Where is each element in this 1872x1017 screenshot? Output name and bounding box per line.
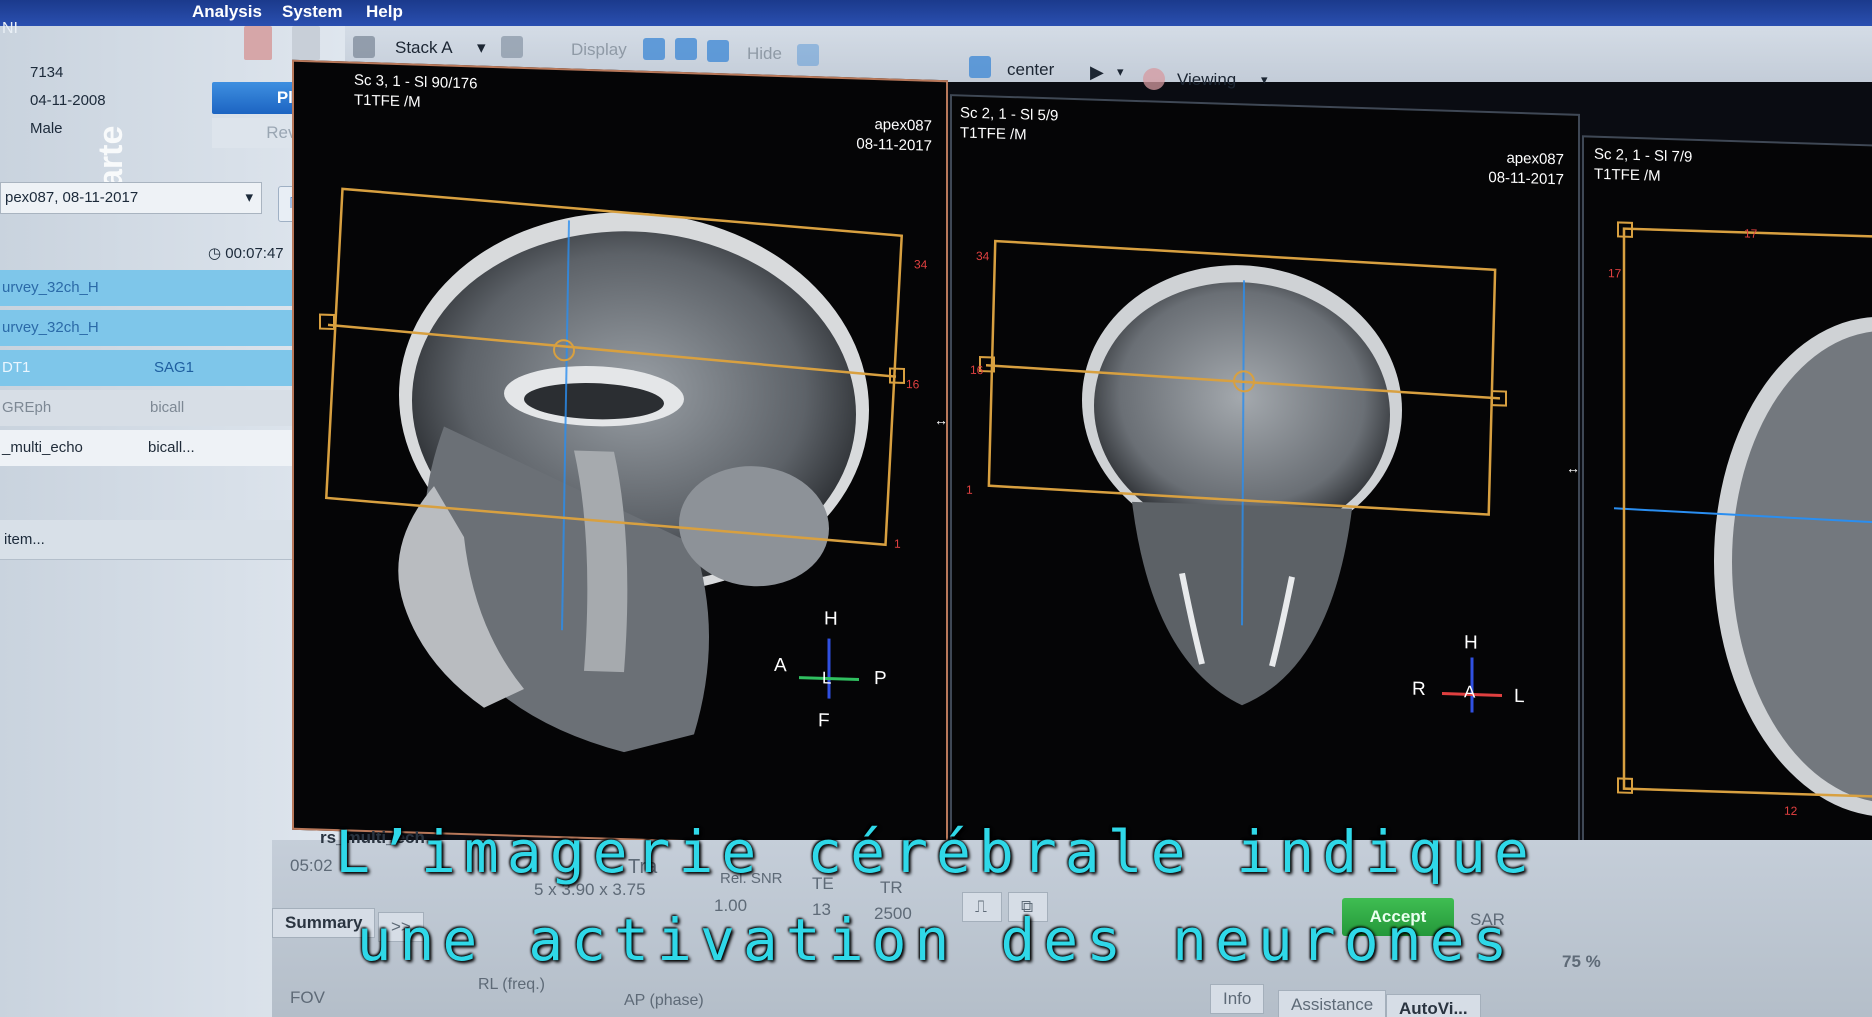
orientation-bottom: F [818,710,830,732]
scan-row[interactable]: urvey_32ch_H [0,310,306,346]
plan-mark: 1 [894,536,901,551]
viewing-icon[interactable] [1143,68,1165,90]
menu-system[interactable]: System [282,2,342,22]
arte-logo: arte [92,125,130,188]
viewing-select[interactable]: Viewing [1177,70,1236,90]
orientation-right: P [874,667,887,690]
info-tab[interactable]: Info [1210,984,1265,1014]
orientation-top: H [824,608,838,630]
subtitle-line-2: une activation des neurones [356,906,1516,974]
stack-select[interactable]: Stack A [395,38,453,58]
patient-sex: Male [30,120,63,137]
resize-arrow-icon[interactable]: ↔ [934,412,948,428]
clock-icon: ◷ [208,245,222,262]
resize-arrow-icon[interactable]: ↔ [1566,460,1580,476]
viewport-sagittal[interactable]: Sc 3, 1 - Sl 90/176 T1TFE /M apex087 08-… [292,59,948,851]
fov-label: FOV [290,988,325,1007]
chevron-down-icon: ▾ [245,189,253,206]
scan-row[interactable]: _multi_echo bicall... [0,430,306,466]
plan-mark: 34 [976,248,990,264]
plan-mark: 12 [1784,803,1798,819]
orientation-top: H [1464,632,1478,654]
plan-mark: 34 [914,257,928,272]
center-button[interactable]: center [1007,60,1054,80]
patient-tool-icon-2[interactable] [292,26,320,60]
draw-icon[interactable] [643,38,665,60]
chevron-down-icon[interactable]: ▾ [477,38,486,58]
menu-analysis[interactable]: Analysis [192,2,262,22]
patient-tool-icon[interactable] [244,26,272,60]
plan-mark: 16 [970,362,984,378]
exam-timer: ◷ 00:07:47 [208,245,284,262]
scan-row[interactable]: GREph bicall [0,390,306,426]
display-button[interactable]: Display [571,40,627,60]
rl-freq-label: RL (freq.) [478,976,545,993]
menu-help[interactable]: Help [366,2,403,22]
plan-mark: 16 [906,376,920,392]
layout-icon[interactable] [353,36,375,58]
hide-button[interactable]: Hide [747,44,782,64]
scan-row[interactable]: urvey_32ch_H [0,270,306,306]
mri-coronal-image [979,239,1507,713]
autoview-tab[interactable]: AutoVi... [1386,994,1481,1017]
mri-sagittal-image [319,187,905,753]
eraser-icon[interactable] [797,44,819,66]
ap-phase-label: AP (phase) [624,992,704,1009]
add-item-row[interactable]: item... [0,520,292,560]
orientation-center: L [822,668,832,688]
subtitle-line-1: L’imagerie cérébrale indique [335,818,1537,886]
scan-row[interactable]: DT1 SAG1 [0,350,306,386]
cube-icon[interactable] [675,38,697,60]
scissors-icon[interactable] [707,40,729,62]
patient-title: NI [2,20,18,37]
orientation-left: A [774,654,787,677]
plan-mark: 1 [966,482,973,497]
patient-id: 7134 [30,64,64,81]
chevron-down-icon[interactable]: ▾ [1117,64,1124,80]
play-icon[interactable]: ▶ [1090,62,1104,83]
assistance-tab[interactable]: Assistance [1278,990,1387,1017]
orientation-center: A [1464,682,1476,702]
viewport-coronal[interactable]: Sc 2, 1 - Sl 5/9 T1TFE /M apex087 08-11-… [950,94,1580,914]
plan-mark: 17 [1608,266,1622,281]
orientation-right: L [1514,685,1525,708]
menu-bar: Analysis System Help [0,0,1872,26]
center-icon[interactable] [969,56,991,78]
exam-select[interactable]: pex087, 08-11-2017 ▾ [0,182,262,214]
plan-mark: 17 [1744,226,1758,241]
orientation-left: R [1412,678,1426,701]
copy-icon[interactable] [501,36,523,58]
chevron-down-icon[interactable]: ▾ [1261,72,1268,88]
